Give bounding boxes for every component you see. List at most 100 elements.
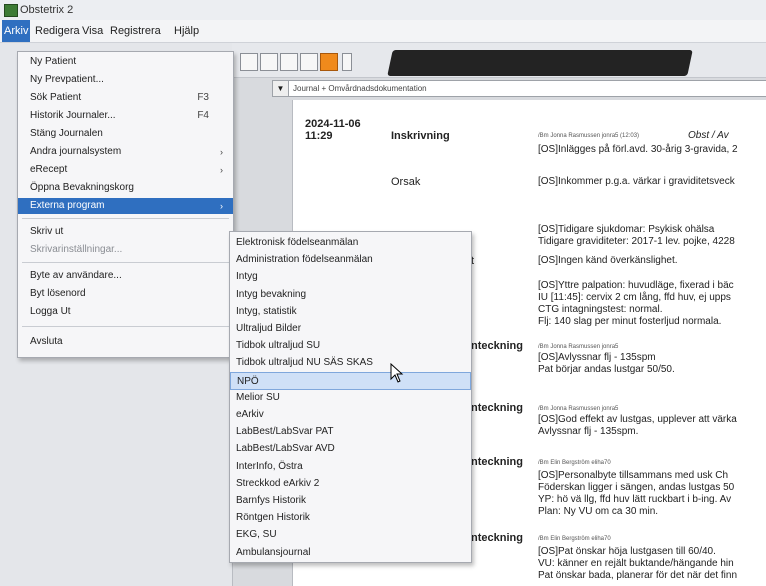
journal-line: Föderskan ligger i sängen, andas lustgas…	[538, 482, 735, 493]
menu-item-label: Byt lösenord	[30, 288, 86, 299]
submenu-item-elektronisk-fodelseanmalan[interactable]: Elektronisk födelseanmälan	[230, 234, 471, 252]
toolbar-button-6[interactable]	[342, 53, 352, 71]
menu-item-label: Ny Prevpatient...	[30, 74, 104, 85]
journal-line: Avlyssnar flj - 135spm.	[538, 426, 639, 437]
submenu-item-labbest-avd[interactable]: LabBest/LabSvar AVD	[230, 440, 471, 458]
journal-line: [OS]Ingen känd överkänslighet.	[538, 255, 678, 266]
toolbar-button-2[interactable]	[260, 53, 278, 71]
journal-label-orsak: Orsak	[391, 176, 421, 188]
journal-line: [OS]Pat önskar höja lustgasen till 60/40…	[538, 546, 716, 557]
menu-item-sok-patient[interactable]: Sök Patient F3	[18, 90, 233, 106]
menu-item-historik-journaler[interactable]: Historik Journaler... F4	[18, 108, 233, 124]
submenu-item-intyg-bevakning[interactable]: Intyg bevakning	[230, 286, 471, 304]
submenu-item-label: Elektronisk födelseanmälan	[236, 237, 359, 248]
menu-separator	[22, 218, 229, 219]
toolbar-button-3[interactable]	[280, 53, 298, 71]
submenu-item-label: Ultraljud Bilder	[236, 323, 302, 334]
note-author: /Bm Elin Bergström eliha70	[538, 460, 611, 466]
journal-line: IU [11:45]: cervix 2 cm lång, ffd huv, e…	[538, 292, 731, 303]
journal-view-dropdown[interactable]: ▼ Journal + Omvårdnadsdokumentation	[272, 80, 766, 97]
menu-item-andra-journalsystem[interactable]: Andra journalsystem ›	[18, 144, 233, 160]
menu-item-shortcut: F4	[197, 110, 209, 121]
submenu-item-melior-su[interactable]: Melior SU	[230, 389, 471, 407]
journal-author: /Bm Jonna Rasmussen jonra5 (12:03)	[538, 133, 640, 139]
submenu-item-ekg-su[interactable]: EKG, SU	[230, 526, 471, 544]
menu-arkiv[interactable]: Arkiv	[2, 20, 31, 42]
submenu-item-tidbok-ultraljud-nu[interactable]: Tidbok ultraljud NU SÄS SKAS	[230, 354, 471, 372]
menu-visa[interactable]: Visa	[80, 20, 105, 42]
menu-item-ny-prevpatient[interactable]: Ny Prevpatient...	[18, 72, 233, 88]
menu-item-erecept[interactable]: eRecept ›	[18, 162, 233, 178]
submenu-item-ultraljud-bilder[interactable]: Ultraljud Bilder	[230, 320, 471, 338]
submenu-item-intyg[interactable]: Intyg	[230, 268, 471, 286]
submenu-item-barnfys-historik[interactable]: Barnfys Historik	[230, 492, 471, 510]
journal-line: Flj: 140 slag per minut fosterljud norma…	[538, 316, 722, 327]
menu-redigera[interactable]: Redigera	[33, 20, 82, 42]
menu-separator	[22, 262, 229, 263]
menu-item-byte-av-anvandare[interactable]: Byte av användare...	[18, 268, 233, 284]
submenu-item-interinfo-ostra[interactable]: InterInfo, Östra	[230, 458, 471, 476]
note-heading: nteckning	[471, 402, 523, 414]
menu-item-label: Avsluta	[30, 336, 63, 347]
submenu-item-rontgen-historik[interactable]: Röntgen Historik	[230, 509, 471, 527]
journal-line: CTG intagningstest: normal.	[538, 304, 663, 315]
submenu-item-administration-fodelseanmalan[interactable]: Administration födelseanmälan	[230, 251, 471, 269]
note-author: /Bm Jonna Rasmussen jonra5	[538, 344, 619, 350]
journal-line: Tidigare graviditeter: 2017-1 lev. pojke…	[538, 236, 735, 247]
submenu-item-streckkod-earkiv[interactable]: Streckkod eArkiv 2	[230, 475, 471, 493]
menu-item-label: Skrivarinställningar...	[30, 244, 123, 255]
menu-item-stang-journalen[interactable]: Stäng Journalen	[18, 126, 233, 142]
menu-item-avsluta[interactable]: Avsluta	[18, 334, 233, 350]
submenu-item-ambulansjournal[interactable]: Ambulansjournal	[230, 544, 471, 562]
menu-item-ny-patient[interactable]: Ny Patient	[18, 54, 233, 70]
chevron-right-icon: ›	[220, 165, 223, 175]
submenu-item-npo[interactable]: NPÖ	[230, 371, 471, 390]
menu-item-label: Sök Patient	[30, 92, 82, 103]
submenu-item-label: Intyg	[236, 271, 258, 283]
submenu-item-tidbok-ultraljud-su[interactable]: Tidbok ultraljud SU	[230, 337, 471, 355]
journal-date: 2024-11-06	[305, 118, 361, 130]
menu-item-skriv-ut[interactable]: Skriv ut	[18, 224, 233, 240]
externa-program-submenu: Elektronisk födelseanmälan Administratio…	[229, 231, 472, 563]
submenu-item-label: Tidbok ultraljud NU SÄS SKAS	[236, 357, 373, 369]
menu-item-shortcut: F3	[197, 92, 209, 103]
submenu-item-label: EKG, SU	[236, 529, 277, 541]
toolbar-button-4[interactable]	[300, 53, 318, 71]
chevron-right-icon: ›	[220, 201, 223, 211]
note-author: /Bm Jonna Rasmussen jonra5	[538, 406, 619, 412]
journal-heading: Inskrivning	[391, 130, 450, 142]
window-title: Obstetrix 2	[20, 4, 74, 16]
journal-line: [OS]Personalbyte tillsammans med usk Ch	[538, 470, 729, 481]
note-heading: nteckning	[471, 456, 523, 468]
journal-line: [OS]Yttre palpation: huvudläge, fixerad …	[538, 280, 734, 291]
note-heading: nteckning	[471, 532, 523, 544]
journal-line: [OS]God effekt av lustgas, upplever att …	[538, 414, 737, 425]
toolbar-button-1[interactable]	[240, 53, 258, 71]
journal-author-tail: Obst / Av	[688, 130, 729, 141]
submenu-item-earkiv[interactable]: eArkiv	[230, 406, 471, 424]
arkiv-menu: Ny Patient Ny Prevpatient... Sök Patient…	[17, 51, 234, 358]
menu-separator	[22, 326, 229, 327]
menu-hjalp[interactable]: Hjälp	[172, 20, 201, 42]
submenu-item-label: eArkiv	[236, 409, 264, 420]
menu-item-oppna-bevakningskorg[interactable]: Öppna Bevakningskorg	[18, 180, 233, 196]
submenu-item-label: Streckkod eArkiv 2	[236, 477, 320, 489]
submenu-item-labbest-pat[interactable]: LabBest/LabSvar PAT	[230, 423, 471, 441]
menu-item-byt-losenord[interactable]: Byt lösenord	[18, 286, 233, 302]
submenu-item-label: Administration födelseanmälan	[236, 254, 373, 266]
menu-registrera[interactable]: Registrera	[108, 20, 163, 42]
journal-line: [OS]Inkommer p.g.a. värkar i graviditets…	[538, 176, 735, 187]
dropdown-value: Journal + Omvårdnadsdokumentation	[293, 84, 427, 93]
toolbar-button-5[interactable]	[320, 53, 338, 71]
submenu-item-label: Tidbok ultraljud SU	[236, 340, 321, 352]
menu-item-label: eRecept	[30, 164, 68, 175]
chevron-down-icon[interactable]: ▼	[272, 80, 289, 97]
menu-item-logga-ut[interactable]: Logga Ut	[18, 304, 233, 320]
submenu-item-label: Intyg bevakning	[236, 288, 307, 300]
menu-item-skrivarinstallningar[interactable]: Skrivarinställningar...	[18, 242, 233, 258]
mouse-cursor-icon	[390, 363, 404, 383]
redacted-patient-info	[387, 50, 693, 76]
menu-item-externa-program[interactable]: Externa program ›	[18, 198, 233, 214]
submenu-item-intyg-statistik[interactable]: Intyg, statistik	[230, 303, 471, 321]
journal-line: Plan: Ny VU om ca 30 min.	[538, 506, 659, 517]
